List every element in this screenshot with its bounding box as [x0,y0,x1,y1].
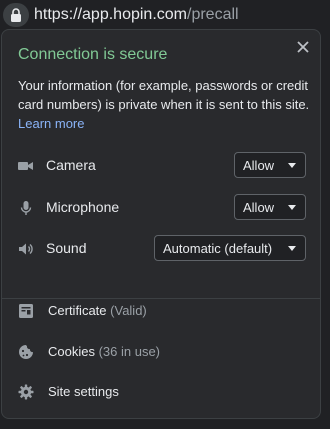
connection-description: Your information (for example, passwords… [18,76,310,133]
cookies-label: Cookies (36 in use) [48,344,160,359]
url-path: /precall [187,6,239,23]
certificate-icon [19,304,33,318]
url-scheme: https:// [34,6,83,23]
sound-icon [19,243,33,255]
gear-icon [18,384,34,400]
learn-more-link[interactable]: Learn more [18,116,84,131]
microphone-select[interactable]: Allow [234,194,306,220]
permission-label-sound: Sound [46,240,87,256]
cookies-count: (36 in use) [98,344,161,359]
site-settings-row[interactable]: Site settings [18,380,306,404]
permission-label-microphone: Microphone [46,199,120,215]
sound-select-value: Automatic (default) [163,240,273,256]
chevron-down-icon [288,205,296,210]
microphone-icon [20,201,32,215]
description-text: Your information (for example, passwords… [18,78,310,112]
site-info-button[interactable] [3,3,29,27]
url-text[interactable]: https://app.hopin.com/precall [34,5,239,25]
certificate-row[interactable]: Certificate (Valid) [18,299,306,323]
url-host: app.hopin.com [82,6,187,23]
connection-title: Connection is secure [18,46,168,63]
permission-label-camera: Camera [46,157,96,173]
permission-sound: Sound Automatic (default) [18,235,306,263]
chevron-down-icon [288,163,296,168]
cookie-icon [19,345,33,359]
microphone-select-value: Allow [243,199,275,215]
cookies-row[interactable]: Cookies (36 in use) [18,340,306,364]
close-button[interactable] [294,38,312,56]
camera-select-value: Allow [243,157,275,173]
address-bar: https://app.hopin.com/precall [0,0,330,30]
camera-icon [18,162,33,170]
close-icon [297,41,309,53]
permission-camera: Camera Allow [18,152,306,180]
site-settings-label: Site settings [48,384,119,399]
lock-icon [11,8,21,22]
certificate-status: (Valid) [110,303,147,318]
sound-select[interactable]: Automatic (default) [154,235,306,261]
permission-microphone: Microphone Allow [18,194,306,222]
camera-select[interactable]: Allow [234,152,306,178]
certificate-text: Certificate [48,303,107,318]
site-info-popup: Connection is secure Your information (f… [1,29,321,419]
cookies-text: Cookies [48,344,95,359]
certificate-label: Certificate (Valid) [48,303,147,318]
chevron-down-icon [288,246,296,251]
